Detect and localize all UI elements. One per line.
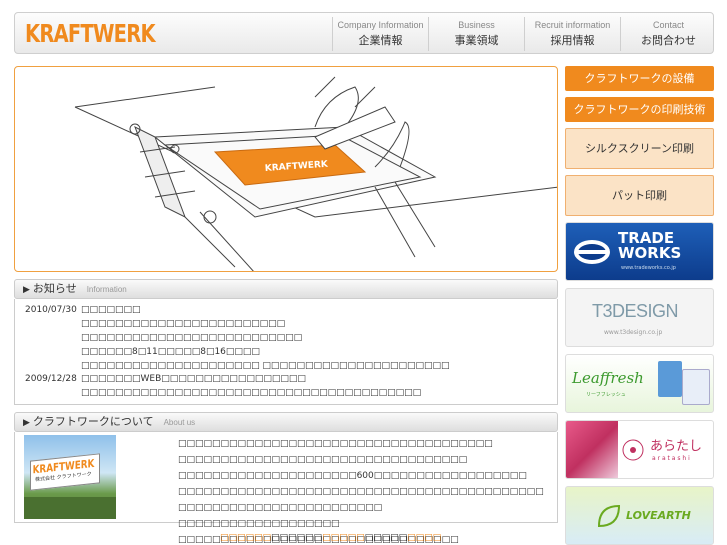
product-package-image (658, 361, 682, 397)
silkscreen-printing-button[interactable]: シルクスクリーン印刷 (565, 128, 714, 169)
t3design-name: T3DESIGN (592, 301, 679, 321)
company-sign: KRAFTWERK 株式会社 クラフトワーク (30, 453, 100, 491)
nav-business-ja: 事業領域 (454, 34, 499, 47)
nav-business-en: Business (458, 20, 495, 30)
news-line: □□□□□□8□11□□□□□8□16□□□□ (81, 347, 260, 357)
site-logo[interactable]: KRAFTWERK (25, 19, 156, 48)
trade-works-banner[interactable]: TRADE WORKS www.tradeworks.co.jp (565, 222, 714, 281)
news-line: □□□□□□□□□□□□□□□□□□□□□□□□□□□□□□□□□□□□□□□□ (81, 388, 422, 398)
triangle-right-icon: ▶ (23, 418, 30, 428)
screen-printing-illustration: KRAFTWERK (74, 76, 557, 271)
news-title: お知らせ (32, 282, 77, 295)
t3design-banner[interactable]: T3DESIGN www.t3design.co.jp (565, 288, 714, 347)
globe-icon (574, 240, 610, 264)
t3design-url: www.t3design.co.jp (604, 329, 663, 336)
aratashi-name: あらたし (650, 439, 703, 454)
flower-icon (622, 439, 644, 461)
trade-works-url: www.tradeworks.co.jp (621, 265, 676, 271)
about-line: □□□□□□□□□□□□□□□□□□□□□□□□ □□□□□□□□□□□□□□□… (178, 503, 383, 529)
news-item: 2010/07/30 □□□□□□□ □□□□□□□□□□□□□□□□□□□□□… (25, 303, 545, 371)
nav-company[interactable]: Company Information 企業情報 (332, 17, 428, 51)
nav-contact-en: Contact (652, 20, 685, 30)
leaffresh-kana: リーフフレッシュ (586, 392, 626, 398)
aratashi-photo (566, 421, 618, 478)
news-line: □□□□□□□WEB□□□□□□□□□□□□□□□□□ (81, 374, 306, 384)
about-line: □□□□□□□□□□□□□□□□□□□□□□□□□□□□□□□□□□□□□□□□… (178, 487, 544, 497)
news-text[interactable]: □□□□□□□WEB□□□□□□□□□□□□□□□□□ □□□□□□□□□□□□… (81, 372, 501, 400)
nav-recruit-ja: 採用情報 (550, 34, 595, 47)
news-list: 2010/07/30 □□□□□□□ □□□□□□□□□□□□□□□□□□□□□… (14, 299, 558, 405)
aratashi-banner[interactable]: あらたし a r a t a s h i (565, 420, 714, 479)
aratashi-roman: a r a t a s h i (652, 455, 690, 462)
company-building-photo: KRAFTWERK 株式会社 クラフトワーク (24, 435, 116, 519)
footer-links: □□□□□□□□□□□□□□□□□□□□□□□□□□ (220, 533, 441, 543)
about-content: KRAFTWERK 株式会社 クラフトワーク □□□□□□□□□□□□□□□□□… (14, 432, 558, 545)
about-line: □□□□□□□□□□□□□□□□□□□□□□□□□□□□□□□□□□□□□ (178, 439, 493, 449)
about-line: □□□□□□□□□□□□□□□□□□□□□600□□□□□□□□□□□□□□□□… (178, 471, 527, 481)
about-subtitle: About us (163, 418, 196, 427)
about-title: クラフトワークについて (32, 415, 154, 428)
nav-business[interactable]: Business 事業領域 (428, 17, 524, 51)
hedge (24, 497, 116, 519)
sidebar: クラフトワークの設備 クラフトワークの印刷技術 シルクスクリーン印刷 パット印刷… (565, 66, 714, 545)
news-date: 2009/12/28 (25, 374, 77, 384)
news-line: □□□□□□□ (81, 305, 141, 315)
about-line: □□□□□□□□□□□□□□□□□□□□□□□□□□□□□□□□□□ (178, 455, 468, 465)
leaffresh-name: Leaffresh (572, 369, 644, 387)
printing-technology-button[interactable]: クラフトワークの印刷技術 (565, 97, 714, 122)
leaf-icon (597, 504, 621, 528)
footer-link[interactable]: □□□□□□ (220, 533, 271, 543)
nav-contact-ja: お問合わせ (641, 34, 696, 47)
triangle-right-icon: ▶ (23, 285, 30, 295)
news-header: ▶ お知らせ Information (14, 279, 558, 299)
site-header: KRAFTWERK Company Information 企業情報 Busin… (14, 12, 714, 54)
footer-text: □□□□□□ (271, 533, 323, 543)
leaffresh-banner[interactable]: Leaffresh リーフフレッシュ (565, 354, 714, 413)
news-item: 2009/12/28 □□□□□□□WEB□□□□□□□□□□□□□□□□□ □… (25, 372, 545, 402)
news-text[interactable]: □□□□□□□ □□□□□□□□□□□□□□□□□□□□□□□□ □□□□□□□… (81, 303, 501, 373)
news-subtitle: Information (86, 285, 127, 294)
hero-illustration: KRAFTWERK (14, 66, 558, 272)
about-header: ▶ クラフトワークについて About us (14, 412, 558, 432)
about-text: □□□□□□□□□□□□□□□□□□□□□□□□□□□□□□□□□□□□□ □□… (178, 436, 544, 545)
global-nav: Company Information 企業情報 Business 事業領域 R… (332, 17, 716, 51)
loveearth-banner[interactable]: LOVEARTH (565, 486, 714, 545)
nav-company-en: Company Information (337, 20, 424, 30)
nav-recruit-en: Recruit information (534, 20, 611, 30)
footer-link[interactable]: □□□□□ (322, 533, 365, 543)
footer-link[interactable]: □□□□ (407, 533, 441, 543)
product-package-image-2 (682, 369, 710, 405)
news-line: □□□□□□□□□□□□□□□□□□□□□□□□ □□□□□□□□□□□□□□□… (81, 319, 303, 343)
nav-company-ja: 企業情報 (358, 34, 403, 47)
footer-text: □□□□□ (364, 533, 408, 543)
news-date: 2010/07/30 (25, 305, 77, 315)
trade-works-line2: WORKS (618, 244, 682, 262)
equipment-button[interactable]: クラフトワークの設備 (565, 66, 714, 91)
nav-contact[interactable]: Contact お問合わせ (620, 17, 716, 51)
pad-printing-button[interactable]: パット印刷 (565, 175, 714, 216)
loveearth-name: LOVEARTH (626, 509, 691, 522)
nav-recruit[interactable]: Recruit information 採用情報 (524, 17, 620, 51)
news-line: □□□□□□□□□□□□□□□□□□□□□ □□□□□□□□□□□□□□□□□□… (81, 361, 450, 371)
